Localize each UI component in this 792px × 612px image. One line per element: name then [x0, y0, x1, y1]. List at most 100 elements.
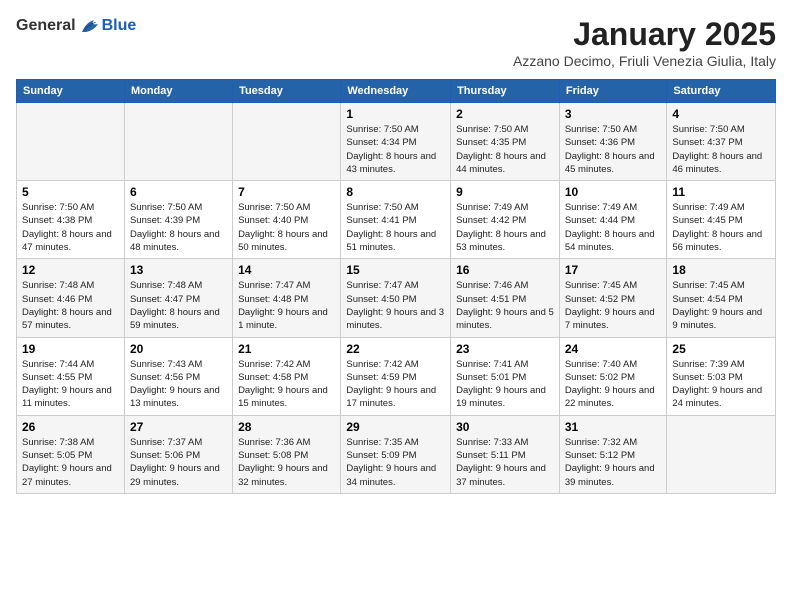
calendar-table: SundayMondayTuesdayWednesdayThursdayFrid… — [16, 79, 776, 494]
date-number: 22 — [346, 342, 445, 356]
date-number: 24 — [565, 342, 662, 356]
page-header: General Blue January 2025 Azzano Decimo,… — [16, 16, 776, 69]
date-number: 15 — [346, 263, 445, 277]
calendar-cell: 22 Sunrise: 7:42 AM Sunset: 4:59 PM Dayli… — [341, 337, 451, 415]
calendar-cell: 14 Sunrise: 7:47 AM Sunset: 4:48 PM Dayli… — [233, 259, 341, 337]
date-number: 5 — [22, 185, 119, 199]
calendar-cell: 26 Sunrise: 7:38 AM Sunset: 5:05 PM Dayli… — [17, 415, 125, 493]
date-number: 14 — [238, 263, 335, 277]
calendar-cell: 3 Sunrise: 7:50 AM Sunset: 4:36 PM Daylig… — [559, 103, 667, 181]
calendar-cell: 18 Sunrise: 7:45 AM Sunset: 4:54 PM Dayli… — [667, 259, 776, 337]
weekday-header-thursday: Thursday — [451, 80, 560, 103]
calendar-cell: 20 Sunrise: 7:43 AM Sunset: 4:56 PM Dayli… — [124, 337, 232, 415]
calendar-cell: 15 Sunrise: 7:47 AM Sunset: 4:50 PM Dayli… — [341, 259, 451, 337]
date-number: 11 — [672, 185, 770, 199]
cell-info: Sunrise: 7:50 AM Sunset: 4:36 PM Dayligh… — [565, 123, 662, 176]
calendar-cell: 1Sunrise: 7:50 AM Sunset: 4:34 PM Daylig… — [341, 103, 451, 181]
date-number: 9 — [456, 185, 554, 199]
calendar-cell: 11 Sunrise: 7:49 AM Sunset: 4:45 PM Dayli… — [667, 181, 776, 259]
calendar-cell: 17 Sunrise: 7:45 AM Sunset: 4:52 PM Dayli… — [559, 259, 667, 337]
weekday-header-row: SundayMondayTuesdayWednesdayThursdayFrid… — [17, 80, 776, 103]
calendar-week-5: 26 Sunrise: 7:38 AM Sunset: 5:05 PM Dayli… — [17, 415, 776, 493]
calendar-cell: 30Sunrise: 7:33 AM Sunset: 5:11 PM Dayli… — [451, 415, 560, 493]
date-number: 17 — [565, 263, 662, 277]
logo: General Blue — [16, 16, 136, 36]
date-number: 27 — [130, 420, 227, 434]
date-number: 16 — [456, 263, 554, 277]
calendar-cell: 16Sunrise: 7:46 AM Sunset: 4:51 PM Dayli… — [451, 259, 560, 337]
weekday-header-saturday: Saturday — [667, 80, 776, 103]
weekday-header-monday: Monday — [124, 80, 232, 103]
calendar-cell: 10Sunrise: 7:49 AM Sunset: 4:44 PM Dayli… — [559, 181, 667, 259]
calendar-cell: 27 Sunrise: 7:37 AM Sunset: 5:06 PM Dayli… — [124, 415, 232, 493]
cell-info: Sunrise: 7:50 AM Sunset: 4:38 PM Dayligh… — [22, 201, 119, 254]
cell-info: Sunrise: 7:48 AM Sunset: 4:47 PM Dayligh… — [130, 279, 227, 332]
cell-info: Sunrise: 7:33 AM Sunset: 5:11 PM Dayligh… — [456, 436, 554, 489]
calendar-week-1: 1Sunrise: 7:50 AM Sunset: 4:34 PM Daylig… — [17, 103, 776, 181]
calendar-cell — [17, 103, 125, 181]
calendar-cell: 6 Sunrise: 7:50 AM Sunset: 4:39 PM Daylig… — [124, 181, 232, 259]
date-number: 13 — [130, 263, 227, 277]
calendar-cell: 21Sunrise: 7:42 AM Sunset: 4:58 PM Dayli… — [233, 337, 341, 415]
cell-info: Sunrise: 7:50 AM Sunset: 4:37 PM Dayligh… — [672, 123, 770, 176]
date-number: 20 — [130, 342, 227, 356]
date-number: 7 — [238, 185, 335, 199]
date-number: 2 — [456, 107, 554, 121]
cell-info: Sunrise: 7:43 AM Sunset: 4:56 PM Dayligh… — [130, 358, 227, 411]
date-number: 18 — [672, 263, 770, 277]
date-number: 23 — [456, 342, 554, 356]
cell-info: Sunrise: 7:44 AM Sunset: 4:55 PM Dayligh… — [22, 358, 119, 411]
cell-info: Sunrise: 7:42 AM Sunset: 4:59 PM Dayligh… — [346, 358, 445, 411]
cell-info: Sunrise: 7:36 AM Sunset: 5:08 PM Dayligh… — [238, 436, 335, 489]
date-number: 3 — [565, 107, 662, 121]
calendar-cell — [233, 103, 341, 181]
calendar-cell: 25 Sunrise: 7:39 AM Sunset: 5:03 PM Dayli… — [667, 337, 776, 415]
calendar-cell: 13 Sunrise: 7:48 AM Sunset: 4:47 PM Dayli… — [124, 259, 232, 337]
calendar-cell — [124, 103, 232, 181]
cell-info: Sunrise: 7:41 AM Sunset: 5:01 PM Dayligh… — [456, 358, 554, 411]
date-number: 31 — [565, 420, 662, 434]
date-number: 29 — [346, 420, 445, 434]
date-number: 10 — [565, 185, 662, 199]
date-number: 1 — [346, 107, 445, 121]
cell-info: Sunrise: 7:38 AM Sunset: 5:05 PM Dayligh… — [22, 436, 119, 489]
calendar-cell: 28 Sunrise: 7:36 AM Sunset: 5:08 PM Dayli… — [233, 415, 341, 493]
calendar-cell: 8 Sunrise: 7:50 AM Sunset: 4:41 PM Daylig… — [341, 181, 451, 259]
date-number: 4 — [672, 107, 770, 121]
cell-info: Sunrise: 7:35 AM Sunset: 5:09 PM Dayligh… — [346, 436, 445, 489]
cell-info: Sunrise: 7:49 AM Sunset: 4:45 PM Dayligh… — [672, 201, 770, 254]
date-number: 8 — [346, 185, 445, 199]
cell-info: Sunrise: 7:50 AM Sunset: 4:41 PM Dayligh… — [346, 201, 445, 254]
calendar-cell: 9Sunrise: 7:49 AM Sunset: 4:42 PM Daylig… — [451, 181, 560, 259]
calendar-cell: 24 Sunrise: 7:40 AM Sunset: 5:02 PM Dayli… — [559, 337, 667, 415]
cell-info: Sunrise: 7:39 AM Sunset: 5:03 PM Dayligh… — [672, 358, 770, 411]
weekday-header-wednesday: Wednesday — [341, 80, 451, 103]
date-number: 21 — [238, 342, 335, 356]
cell-info: Sunrise: 7:47 AM Sunset: 4:48 PM Dayligh… — [238, 279, 335, 332]
calendar-cell: 12Sunrise: 7:48 AM Sunset: 4:46 PM Dayli… — [17, 259, 125, 337]
calendar-cell: 29 Sunrise: 7:35 AM Sunset: 5:09 PM Dayli… — [341, 415, 451, 493]
location-title: Azzano Decimo, Friuli Venezia Giulia, It… — [513, 53, 776, 69]
cell-info: Sunrise: 7:32 AM Sunset: 5:12 PM Dayligh… — [565, 436, 662, 489]
date-number: 26 — [22, 420, 119, 434]
cell-info: Sunrise: 7:47 AM Sunset: 4:50 PM Dayligh… — [346, 279, 445, 332]
date-number: 12 — [22, 263, 119, 277]
calendar-cell: 7Sunrise: 7:50 AM Sunset: 4:40 PM Daylig… — [233, 181, 341, 259]
date-number: 28 — [238, 420, 335, 434]
cell-info: Sunrise: 7:45 AM Sunset: 4:54 PM Dayligh… — [672, 279, 770, 332]
cell-info: Sunrise: 7:40 AM Sunset: 5:02 PM Dayligh… — [565, 358, 662, 411]
cell-info: Sunrise: 7:50 AM Sunset: 4:39 PM Dayligh… — [130, 201, 227, 254]
cell-info: Sunrise: 7:50 AM Sunset: 4:35 PM Dayligh… — [456, 123, 554, 176]
calendar-cell: 31 Sunrise: 7:32 AM Sunset: 5:12 PM Dayli… — [559, 415, 667, 493]
calendar-week-3: 12Sunrise: 7:48 AM Sunset: 4:46 PM Dayli… — [17, 259, 776, 337]
calendar-cell: 2 Sunrise: 7:50 AM Sunset: 4:35 PM Daylig… — [451, 103, 560, 181]
calendar-cell: 23 Sunrise: 7:41 AM Sunset: 5:01 PM Dayli… — [451, 337, 560, 415]
calendar-cell: 19Sunrise: 7:44 AM Sunset: 4:55 PM Dayli… — [17, 337, 125, 415]
logo-bird-icon — [78, 16, 102, 36]
calendar-body: 1Sunrise: 7:50 AM Sunset: 4:34 PM Daylig… — [17, 103, 776, 494]
date-number: 6 — [130, 185, 227, 199]
cell-info: Sunrise: 7:37 AM Sunset: 5:06 PM Dayligh… — [130, 436, 227, 489]
cell-info: Sunrise: 7:45 AM Sunset: 4:52 PM Dayligh… — [565, 279, 662, 332]
title-block: January 2025 Azzano Decimo, Friuli Venez… — [513, 16, 776, 69]
date-number: 25 — [672, 342, 770, 356]
